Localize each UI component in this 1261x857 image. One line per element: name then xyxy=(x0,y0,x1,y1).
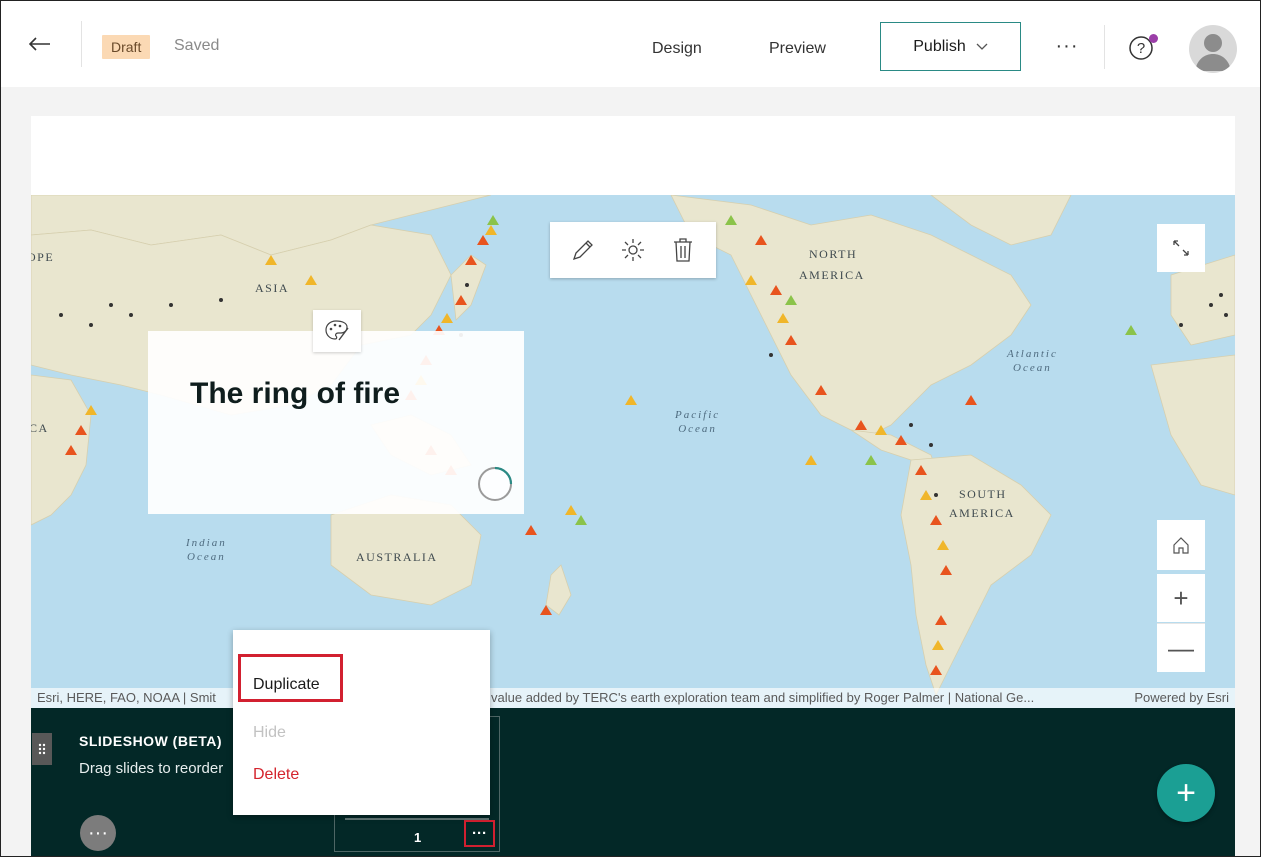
chevron-down-icon xyxy=(976,43,988,50)
design-tab[interactable]: Design xyxy=(652,40,702,58)
slide-number: 1 xyxy=(414,830,422,845)
story-header-area xyxy=(31,116,1235,196)
continent-label-europe: OPE xyxy=(31,250,55,264)
continent-label-north-america-2: AMERICA xyxy=(799,268,865,282)
design-palette-button[interactable] xyxy=(313,310,361,352)
slideshow-panel xyxy=(31,708,1235,857)
zoom-out-button[interactable]: — xyxy=(1157,623,1205,672)
ocean-label-indian: Indian Ocean xyxy=(186,537,227,563)
zoom-in-button[interactable]: + xyxy=(1157,574,1205,622)
divider xyxy=(1104,25,1105,69)
continent-label-south-america-1: SOUTH xyxy=(959,487,1007,501)
more-options-button[interactable]: ··· xyxy=(1047,31,1087,61)
top-bar: Draft Saved Design Preview Publish ··· ? xyxy=(1,1,1260,87)
ocean-label-pacific: Pacific Ocean xyxy=(675,409,721,435)
add-slide-button[interactable]: + xyxy=(1157,764,1215,822)
palette-icon xyxy=(325,320,349,341)
avatar[interactable] xyxy=(1189,25,1237,73)
attribution-middle: value added by TERC's earth exploration … xyxy=(491,690,1035,705)
ocean-label-atlantic: Atlantic Ocean xyxy=(1007,348,1058,374)
user-icon xyxy=(1195,34,1231,71)
block-toolbar xyxy=(550,222,716,278)
preview-tab[interactable]: Preview xyxy=(769,40,826,58)
continent-label-africa: CA xyxy=(31,421,49,435)
publish-label: Publish xyxy=(913,37,966,55)
slideshow-title: SLIDESHOW (BETA) xyxy=(79,733,223,749)
slideshow-options-button[interactable]: ··· xyxy=(80,815,116,851)
powered-by[interactable]: Powered by Esri xyxy=(1134,688,1229,708)
arrow-left-icon xyxy=(29,37,50,51)
gear-icon xyxy=(622,239,644,261)
svg-text:?: ? xyxy=(1137,40,1145,57)
map-attribution: Esri, HERE, FAO, NOAA | Smit value added… xyxy=(31,688,1235,708)
settings-button[interactable] xyxy=(613,230,653,270)
menu-item-hide[interactable]: Hide xyxy=(253,724,286,742)
home-button[interactable] xyxy=(1157,520,1205,570)
attribution-left: Esri, HERE, FAO, NOAA | Smit xyxy=(37,690,216,705)
menu-item-duplicate[interactable]: Duplicate xyxy=(253,676,320,694)
home-icon xyxy=(1173,537,1189,554)
trash-icon xyxy=(674,238,692,262)
expand-icon xyxy=(1173,240,1189,256)
slide-title[interactable]: The ring of fire xyxy=(190,377,400,411)
continent-label-asia: ASIA xyxy=(255,281,290,295)
divider xyxy=(81,21,82,67)
edit-button[interactable] xyxy=(563,230,603,270)
save-status: Saved xyxy=(174,37,220,54)
loading-spinner-icon xyxy=(478,466,513,501)
pencil-icon xyxy=(572,240,593,261)
menu-item-delete[interactable]: Delete xyxy=(253,766,299,784)
slide-context-menu: Duplicate Hide Delete xyxy=(233,630,490,815)
delete-block-button[interactable] xyxy=(663,230,703,270)
back-button[interactable] xyxy=(25,29,55,59)
notification-dot xyxy=(1149,34,1158,43)
publish-button[interactable]: Publish xyxy=(880,22,1021,71)
title-card[interactable] xyxy=(148,331,524,514)
status-badge: Draft xyxy=(102,35,151,59)
fullscreen-button[interactable] xyxy=(1157,224,1205,272)
continent-label-australia: AUSTRALIA xyxy=(356,550,438,564)
continent-label-south-america-2: AMERICA xyxy=(949,506,1015,520)
slide-options-button[interactable]: ··· xyxy=(464,820,495,847)
drag-handle-icon xyxy=(38,743,46,755)
drag-handle[interactable] xyxy=(32,733,52,765)
slideshow-subtitle: Drag slides to reorder xyxy=(79,760,224,777)
continent-label-north-america-1: NORTH xyxy=(809,247,858,261)
